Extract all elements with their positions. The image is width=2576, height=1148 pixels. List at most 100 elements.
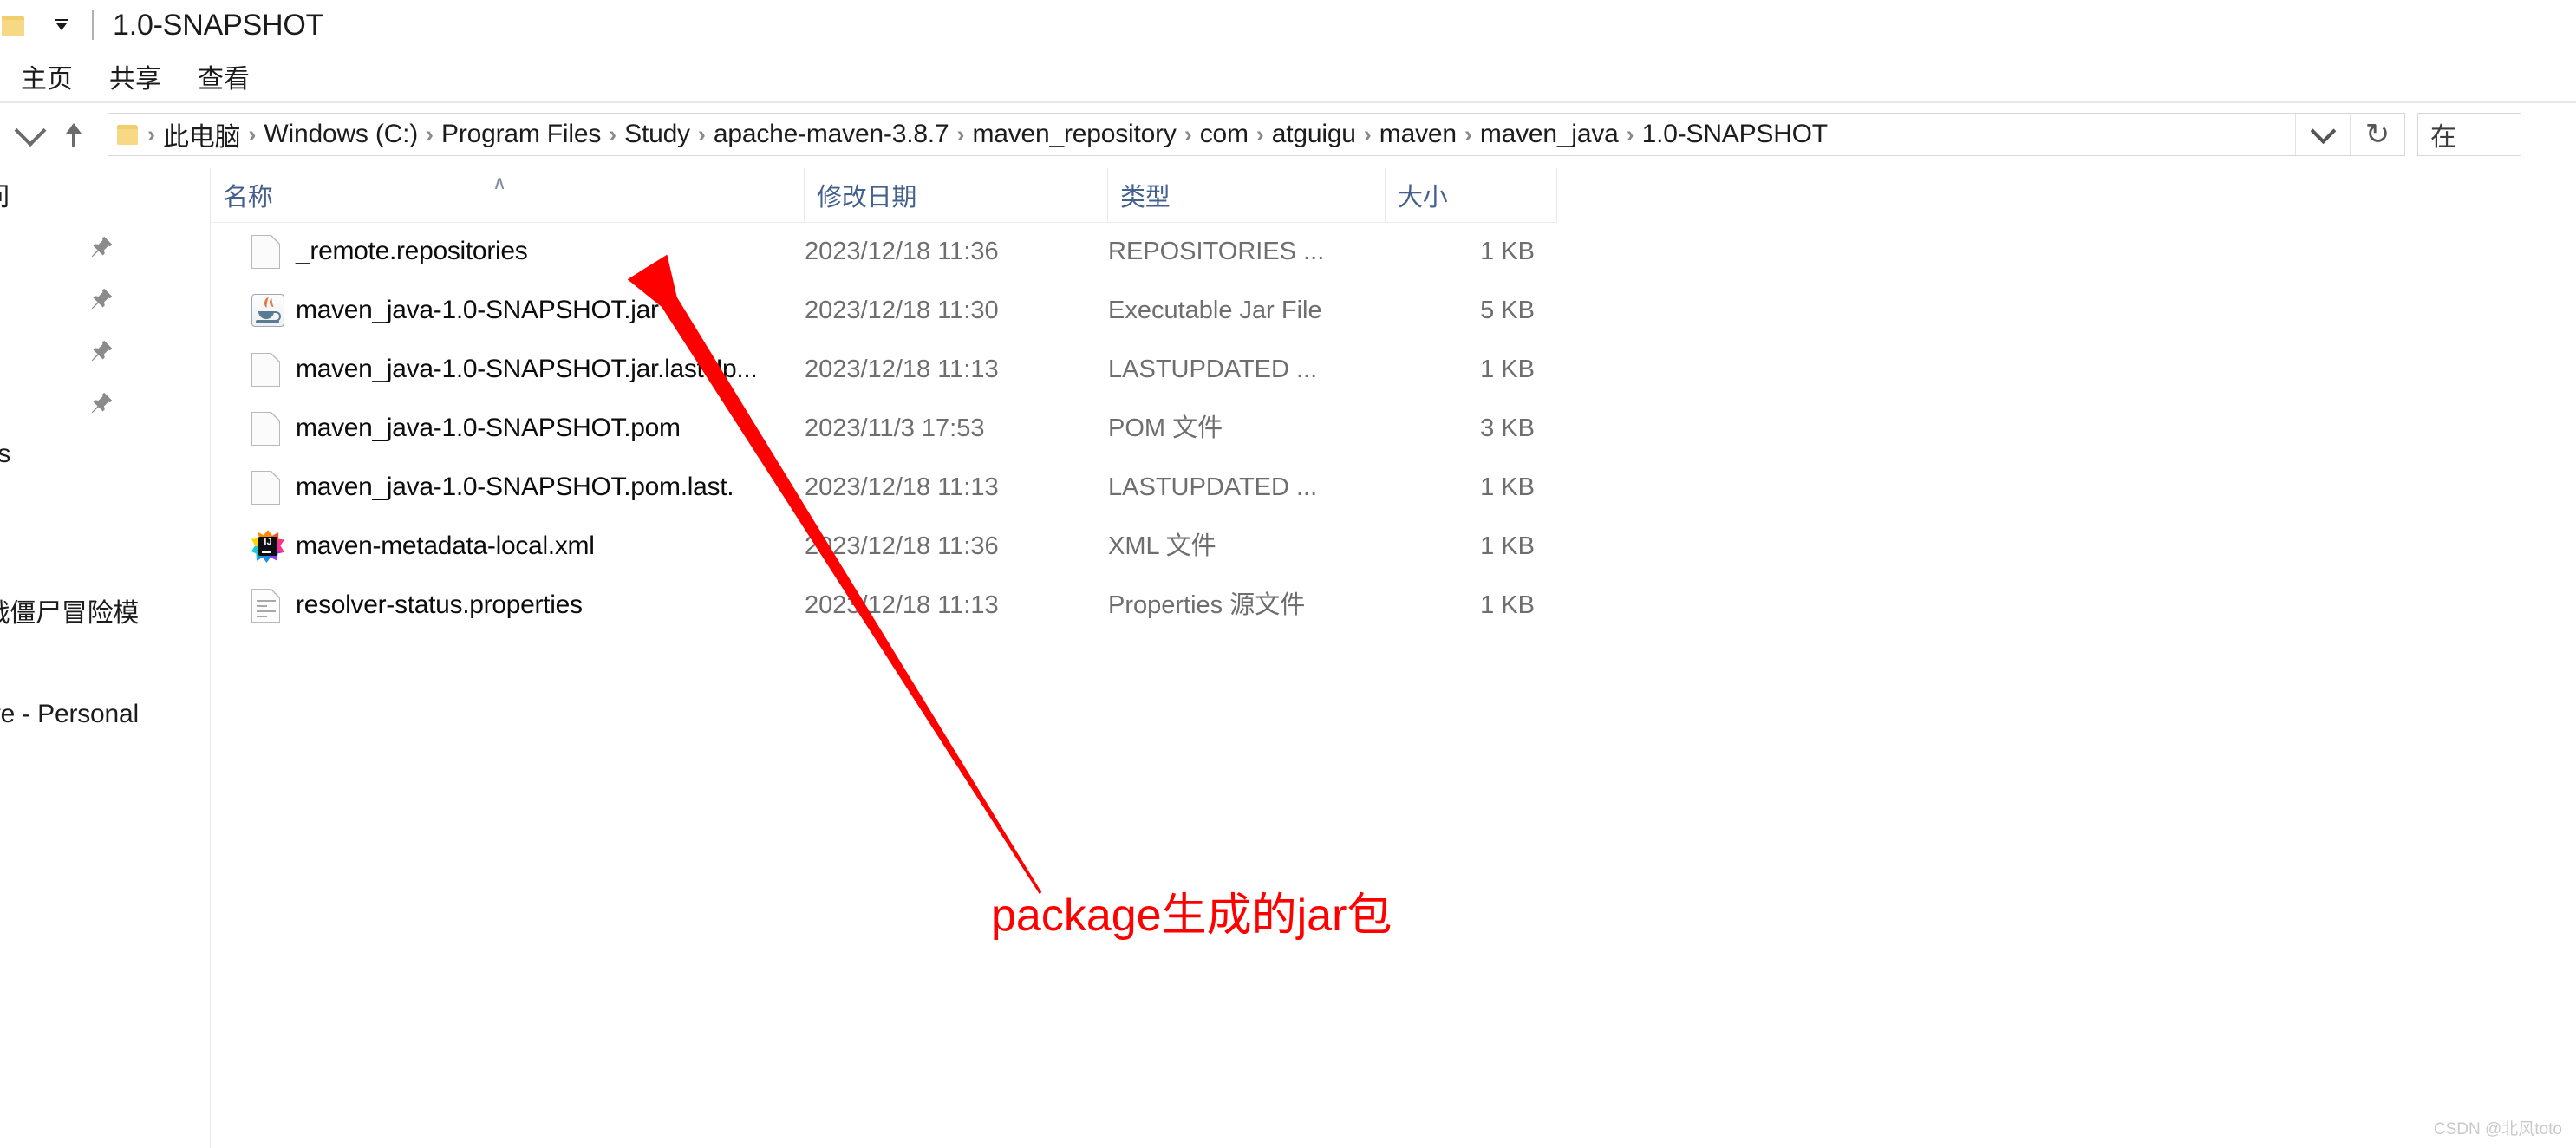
file-date: 2023/12/18 11:36 [805,532,999,560]
sidebar-item[interactable]: 此电脑 [0,793,211,845]
up-one-level-arrow-up-icon[interactable] [52,113,95,156]
table-row[interactable]: maven_java-1.0-SNAPSHOT.jar.lastUp... 20… [211,340,1557,399]
file-size: 1 KB [1480,355,1535,383]
breadcrumb-item-atguigu[interactable]: atguigu [1272,120,1356,149]
column-header-size[interactable]: 大小 [1386,168,1557,222]
file-generic-icon [251,471,284,506]
breadcrumb-item-apache-maven[interactable]: apache-maven-3.8.7 [714,120,949,149]
refresh-glyph: ↻ [2364,118,2390,151]
breadcrumb-item-maven-java[interactable]: maven_java [1480,120,1619,149]
address-bar-row: › 此电脑 › Windows (C:) › Program Files › S… [0,108,2576,161]
breadcrumb-item-program-files[interactable]: Program Files [441,120,601,149]
column-header-date-modified[interactable]: 修改日期 [805,168,1108,222]
file-generic-icon [251,412,284,447]
tab-share[interactable]: 共享 [104,57,166,95]
sidebar-item[interactable]: 音乐 [0,1105,211,1148]
breadcrumb-separator-icon: › [1255,121,1264,147]
java-jar-icon [251,294,284,329]
breadcrumb-separator-icon: › [1464,121,1472,147]
file-date: 2023/12/18 11:36 [805,238,999,265]
file-type: Properties 源文件 [1108,591,1306,619]
ribbon-divider [0,101,2576,103]
sidebar-item[interactable]: Captures [0,428,211,480]
file-name[interactable]: resolver-status.properties [296,576,583,635]
table-row[interactable]: _remote.repositories 2023/12/18 11:36 RE… [211,222,1557,281]
breadcrumb-separator-icon: › [1626,121,1634,147]
file-date: 2023/12/18 11:13 [805,355,999,383]
breadcrumb-item-study[interactable]: Study [624,120,690,149]
sidebar-item[interactable]: 文档 [0,324,211,376]
file-size: 3 KB [1480,414,1535,442]
file-generic-icon [251,353,284,388]
sidebar-item[interactable]: 3D 对象 [0,845,211,897]
column-header-name-label: 名称 [223,184,273,212]
quick-access-toolbar-caret-down-icon[interactable] [47,10,76,40]
recent-locations-chevron-down-icon[interactable] [9,113,52,156]
sidebar-item[interactable]: 图片 [0,949,211,1001]
sidebar-item[interactable]: 下载 [0,1053,211,1105]
breadcrumb-separator-icon: › [1184,121,1192,147]
address-box[interactable]: › 此电脑 › Windows (C:) › Program Files › S… [108,113,2405,156]
breadcrumb-item-windows-c[interactable]: Windows (C:) [264,120,418,149]
file-list-pane[interactable]: 名称 ∧ 修改日期 类型 大小 _remote.repositories 202… [211,168,2576,1148]
file-rows: _remote.repositories 2023/12/18 11:36 RE… [211,222,1557,635]
file-type: XML 文件 [1108,532,1216,560]
sidebar-item[interactable]: 快速访问 [0,168,211,220]
sidebar-item[interactable]: OneDrive - Personal [0,688,211,740]
address-dropdown-chevron-down-icon[interactable] [2295,114,2350,155]
file-type: LASTUPDATED ... [1108,355,1318,383]
file-name[interactable]: maven_java-1.0-SNAPSHOT.jar.lastUp... [296,340,758,399]
sidebar-item[interactable]: 图片 [0,376,211,428]
navigation-pane[interactable]: 快速访问桌面下载文档图片Captureslogstest植物大战僵尸冒险模One… [0,168,211,1148]
pin-icon [88,234,114,260]
folder-icon [2,12,24,38]
breadcrumb-separator-icon: › [248,121,257,147]
pin-icon [88,390,114,416]
breadcrumb-item-maven-repository[interactable]: maven_repository [972,120,1176,149]
breadcrumb-separator-icon: › [426,121,434,147]
sidebar-item[interactable]: 视频 [0,897,211,949]
table-row[interactable]: maven_java-1.0-SNAPSHOT.pom 2023/11/3 17… [211,399,1557,458]
table-row[interactable]: maven_java-1.0-SNAPSHOT.jar 2023/12/18 1… [211,281,1557,340]
column-header-size-label: 大小 [1398,184,1448,212]
sidebar-item-label: 快速访问 [0,175,10,213]
breadcrumb[interactable]: › 此电脑 › Windows (C:) › Program Files › S… [108,114,2295,155]
column-header-name[interactable]: 名称 ∧ [211,168,805,222]
file-date: 2023/11/3 17:53 [805,414,985,442]
sidebar-item[interactable]: 桌面 [0,220,211,272]
table-row[interactable]: maven_java-1.0-SNAPSHOT.pom.last. 2023/1… [211,458,1557,517]
intellij-xml-icon: IJ [251,530,284,564]
breadcrumb-item-com[interactable]: com [1200,120,1249,149]
sidebar-item-label: 植物大战僵尸冒险模 [0,599,140,628]
breadcrumb-separator-icon: › [1363,121,1372,147]
column-header-type[interactable]: 类型 [1108,168,1386,222]
file-size: 1 KB [1480,473,1535,501]
file-name[interactable]: maven_java-1.0-SNAPSHOT.pom [296,399,681,458]
tab-view[interactable]: 查看 [192,57,255,95]
breadcrumb-separator-icon: › [147,121,155,147]
file-name[interactable]: maven_java-1.0-SNAPSHOT.pom.last. [296,458,734,517]
sidebar-item[interactable]: logs [0,480,211,532]
file-name[interactable]: maven-metadata-local.xml [296,517,595,576]
file-type: Executable Jar File [1108,297,1322,324]
breadcrumb-item-maven[interactable]: maven [1379,120,1457,149]
sidebar-item[interactable]: 植物大战僵尸冒险模 [0,584,211,636]
refresh-icon[interactable]: ↻ [2350,114,2404,155]
file-type: REPOSITORIES ... [1108,238,1325,265]
titlebar-divider [92,10,94,40]
table-row[interactable]: IJ maven-metadata-local.xml 2023/12/18 1… [211,517,1557,576]
file-date: 2023/12/18 11:13 [805,473,999,501]
search-input[interactable]: 在 [2417,113,2521,156]
pin-icon [88,286,114,312]
sidebar-item[interactable]: 文档 [0,1001,211,1053]
breadcrumb-item-current[interactable]: 1.0-SNAPSHOT [1642,120,1829,149]
file-name[interactable]: _remote.repositories [296,222,528,281]
breadcrumb-item-this-pc[interactable]: 此电脑 [163,115,241,153]
table-row[interactable]: resolver-status.properties 2023/12/18 11… [211,576,1557,635]
column-header-type-label: 类型 [1120,184,1171,212]
tab-home[interactable]: 主页 [16,57,78,95]
sidebar-item[interactable]: 下载 [0,272,211,324]
file-name[interactable]: maven_java-1.0-SNAPSHOT.jar [296,281,659,340]
sidebar-item[interactable]: test [0,532,211,584]
